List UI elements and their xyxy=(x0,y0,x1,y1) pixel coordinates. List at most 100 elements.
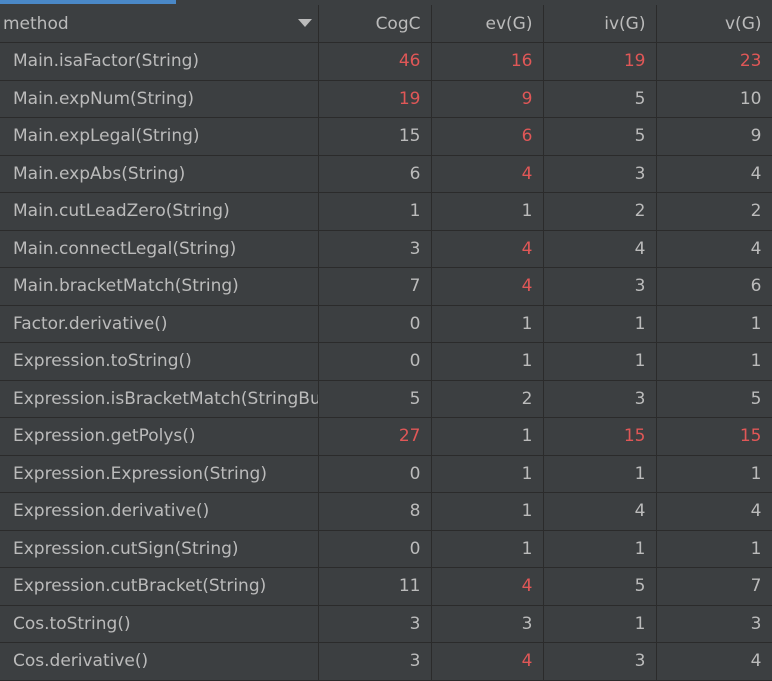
evg-cell: 2 xyxy=(431,380,544,418)
method-cell: Main.bracketMatch(String) xyxy=(0,267,319,306)
sort-desc-icon[interactable] xyxy=(297,19,312,27)
vg-cell: 23 xyxy=(656,42,772,81)
vg-cell: 2 xyxy=(656,192,772,231)
table-row[interactable]: Main.expNum(String) 19 9 5 10 xyxy=(0,80,772,118)
table-row[interactable]: Expression.cutBracket(String) 11 4 5 7 xyxy=(0,567,772,606)
vg-cell: 1 xyxy=(656,305,772,343)
evg-cell: 1 xyxy=(431,305,544,343)
table-header: method CogC ev(G) iv(G) v(G) xyxy=(0,5,772,43)
vg-cell: 1 xyxy=(656,530,772,568)
vg-cell: 4 xyxy=(656,155,772,193)
evg-cell: 1 xyxy=(431,492,544,531)
table-row[interactable]: Main.expAbs(String) 6 4 3 4 xyxy=(0,155,772,193)
method-cell: Main.cutLeadZero(String) xyxy=(0,192,319,231)
ivg-cell: 1 xyxy=(543,605,657,643)
column-header-label: method xyxy=(3,13,69,34)
ivg-cell: 5 xyxy=(543,117,657,156)
ivg-cell: 1 xyxy=(543,305,657,343)
header-row: method CogC ev(G) iv(G) v(G) xyxy=(0,5,772,43)
ivg-cell: 3 xyxy=(543,155,657,193)
column-header-label: iv(G) xyxy=(604,13,646,34)
ivg-cell: 15 xyxy=(543,417,657,456)
vg-cell: 4 xyxy=(656,642,772,681)
column-header-label: CogC xyxy=(375,13,421,34)
table-row[interactable]: Expression.derivative() 8 1 4 4 xyxy=(0,492,772,531)
evg-cell: 4 xyxy=(431,267,544,306)
cogc-cell: 6 xyxy=(318,155,432,193)
method-cell: Cos.derivative() xyxy=(0,642,319,681)
vg-cell: 9 xyxy=(656,117,772,156)
table-row[interactable]: Main.cutLeadZero(String) 1 1 2 2 xyxy=(0,192,772,231)
table-body: Main.isaFactor(String) 46 16 19 23 Main.expNu… xyxy=(0,42,772,681)
method-cell: Main.expLegal(String) xyxy=(0,117,319,156)
cogc-cell: 19 xyxy=(318,80,432,118)
evg-cell: 4 xyxy=(431,642,544,681)
vg-cell: 4 xyxy=(656,492,772,531)
cogc-cell: 11 xyxy=(318,567,432,606)
ivg-cell: 3 xyxy=(543,642,657,681)
vg-cell: 1 xyxy=(656,455,772,493)
ivg-cell: 5 xyxy=(543,567,657,606)
method-cell: Expression.toString() xyxy=(0,342,319,381)
ivg-cell: 4 xyxy=(543,492,657,531)
table-row[interactable]: Factor.derivative() 0 1 1 1 xyxy=(0,305,772,343)
table-row[interactable]: Main.bracketMatch(String) 7 4 3 6 xyxy=(0,267,772,306)
evg-cell: 16 xyxy=(431,42,544,81)
evg-cell: 3 xyxy=(431,605,544,643)
method-cell: Expression.getPolys() xyxy=(0,417,319,456)
ivg-cell: 3 xyxy=(543,380,657,418)
method-cell: Main.expNum(String) xyxy=(0,80,319,118)
ivg-cell: 5 xyxy=(543,80,657,118)
vg-cell: 1 xyxy=(656,342,772,381)
table-row[interactable]: Cos.derivative() 3 4 3 4 xyxy=(0,642,772,681)
table-row[interactable]: Expression.isBracketMatch(StringBu 5 2 3 5 xyxy=(0,380,772,418)
evg-cell: 1 xyxy=(431,455,544,493)
column-header-label: ev(G) xyxy=(485,13,533,34)
table-row[interactable]: Expression.toString() 0 1 1 1 xyxy=(0,342,772,381)
cogc-cell: 3 xyxy=(318,230,432,268)
column-header-ivg[interactable]: iv(G) xyxy=(543,5,657,43)
cogc-cell: 3 xyxy=(318,605,432,643)
cogc-cell: 15 xyxy=(318,117,432,156)
vg-cell: 10 xyxy=(656,80,772,118)
evg-cell: 6 xyxy=(431,117,544,156)
table-row[interactable]: Expression.Expression(String) 0 1 1 1 xyxy=(0,455,772,493)
cogc-cell: 27 xyxy=(318,417,432,456)
table-row[interactable]: Main.connectLegal(String) 3 4 4 4 xyxy=(0,230,772,268)
ivg-cell: 1 xyxy=(543,530,657,568)
cogc-cell: 46 xyxy=(318,42,432,81)
horizontal-scrollbar-thumb[interactable] xyxy=(0,0,176,4)
cogc-cell: 0 xyxy=(318,455,432,493)
vg-cell: 5 xyxy=(656,380,772,418)
vg-cell: 15 xyxy=(656,417,772,456)
evg-cell: 4 xyxy=(431,567,544,606)
cogc-cell: 7 xyxy=(318,267,432,306)
table-row[interactable]: Expression.cutSign(String) 0 1 1 1 xyxy=(0,530,772,568)
column-header-method[interactable]: method xyxy=(0,5,319,43)
cogc-cell: 3 xyxy=(318,642,432,681)
evg-cell: 1 xyxy=(431,530,544,568)
column-header-cogc[interactable]: CogC xyxy=(318,5,432,43)
column-header-label: v(G) xyxy=(725,13,762,34)
column-header-evg[interactable]: ev(G) xyxy=(431,5,544,43)
method-cell: Main.connectLegal(String) xyxy=(0,230,319,268)
table-row[interactable]: Main.isaFactor(String) 46 16 19 23 xyxy=(0,42,772,81)
table-row[interactable]: Expression.getPolys() 27 1 15 15 xyxy=(0,417,772,456)
evg-cell: 1 xyxy=(431,417,544,456)
evg-cell: 1 xyxy=(431,342,544,381)
ivg-cell: 1 xyxy=(543,455,657,493)
table-row[interactable]: Cos.toString() 3 3 1 3 xyxy=(0,605,772,643)
method-cell: Main.isaFactor(String) xyxy=(0,42,319,81)
table-row[interactable]: Main.expLegal(String) 15 6 5 9 xyxy=(0,117,772,156)
cogc-cell: 1 xyxy=(318,192,432,231)
vg-cell: 6 xyxy=(656,267,772,306)
vg-cell: 7 xyxy=(656,567,772,606)
cogc-cell: 0 xyxy=(318,305,432,343)
vg-cell: 4 xyxy=(656,230,772,268)
column-header-vg[interactable]: v(G) xyxy=(656,5,772,43)
cogc-cell: 0 xyxy=(318,342,432,381)
method-cell: Main.expAbs(String) xyxy=(0,155,319,193)
ivg-cell: 4 xyxy=(543,230,657,268)
ivg-cell: 19 xyxy=(543,42,657,81)
evg-cell: 1 xyxy=(431,192,544,231)
